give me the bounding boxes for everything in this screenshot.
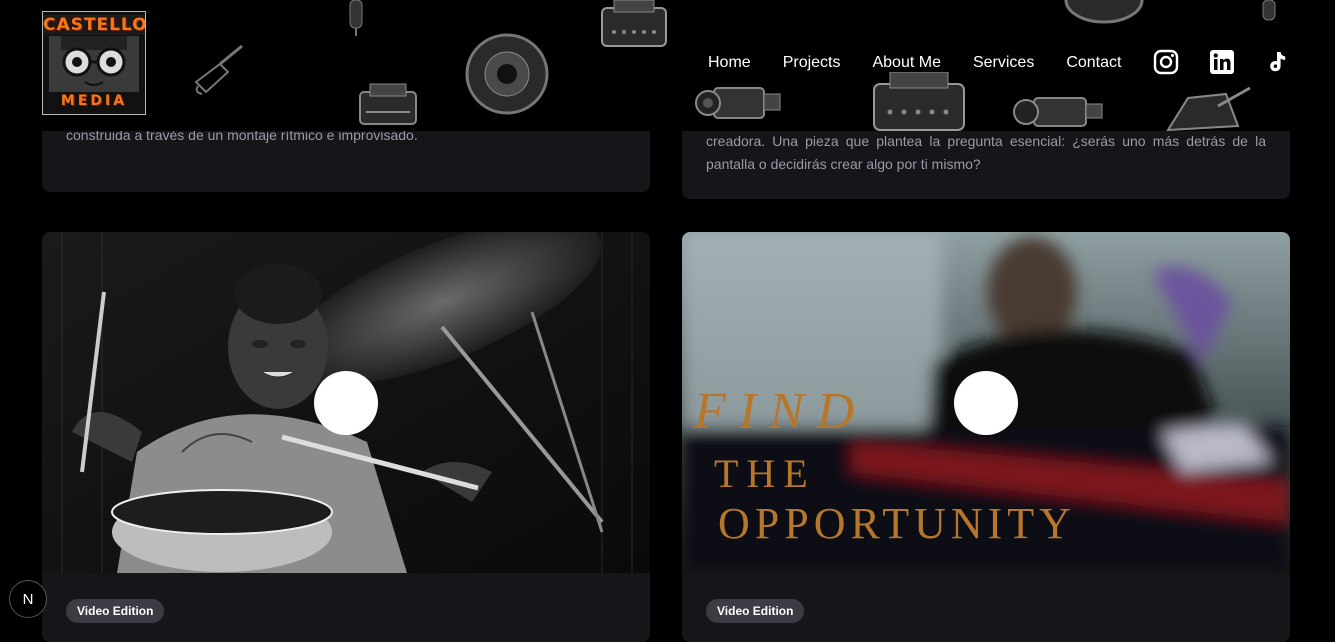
logo-title: CASTELLO: [43, 15, 146, 35]
pen-hand-doodle-icon: [194, 44, 243, 95]
site-header: CASTELLO MEDIA Home Projects About Me Se…: [0, 0, 1335, 131]
face-illustration-icon: [49, 36, 139, 92]
logo-subtitle: MEDIA: [60, 93, 128, 109]
nav-projects-link[interactable]: Projects: [783, 54, 841, 72]
nav-contact-link[interactable]: Contact: [1066, 54, 1121, 72]
overlay-title-line3: OPPORTUNITY: [718, 499, 1076, 548]
typewriter-doodle-icon: [359, 83, 417, 125]
castello-media-logo[interactable]: CASTELLO MEDIA: [42, 11, 146, 115]
video-thumbnail[interactable]: FIND THE OPPORTUNITY: [682, 232, 1290, 573]
overlay-title-line2: THE: [714, 451, 816, 496]
nav-services-link[interactable]: Services: [973, 54, 1034, 72]
project-card[interactable]: FIND THE OPPORTUNITY Video Edition: [682, 232, 1290, 642]
nav-home-link[interactable]: Home: [708, 54, 751, 72]
play-button[interactable]: [954, 371, 1018, 435]
camera-doodle-icon: [695, 87, 781, 119]
project-description: creadora. Una pieza que plantea la pregu…: [706, 133, 1266, 172]
typewriter-doodle-icon: [873, 72, 965, 131]
microphone-doodle-icon: [349, 0, 363, 36]
project-card[interactable]: Video Edition: [42, 232, 650, 642]
next-dev-indicator-button[interactable]: N: [9, 580, 47, 618]
play-button[interactable]: [314, 371, 378, 435]
instagram-icon[interactable]: [1152, 48, 1180, 76]
category-badge: Video Edition: [66, 599, 165, 623]
typewriter-doodle-icon: [601, 0, 667, 47]
overlay-title-line1: FIND: [694, 383, 868, 440]
nav-about-me-link[interactable]: About Me: [872, 54, 940, 72]
tiktok-icon[interactable]: [1263, 48, 1291, 76]
category-badge: Video Edition: [706, 599, 805, 623]
main-nav: Home Projects About Me Services Contact: [708, 52, 1153, 74]
video-thumbnail[interactable]: [42, 232, 650, 573]
camera-doodle-icon: [1013, 97, 1103, 127]
microphone-doodle-icon: [1262, 0, 1276, 21]
linkedin-icon[interactable]: [1208, 48, 1236, 76]
eye-doodle-icon: [465, 33, 549, 115]
pen-hand-doodle-icon: [1166, 86, 1251, 131]
eye-doodle-icon: [1064, 0, 1144, 24]
